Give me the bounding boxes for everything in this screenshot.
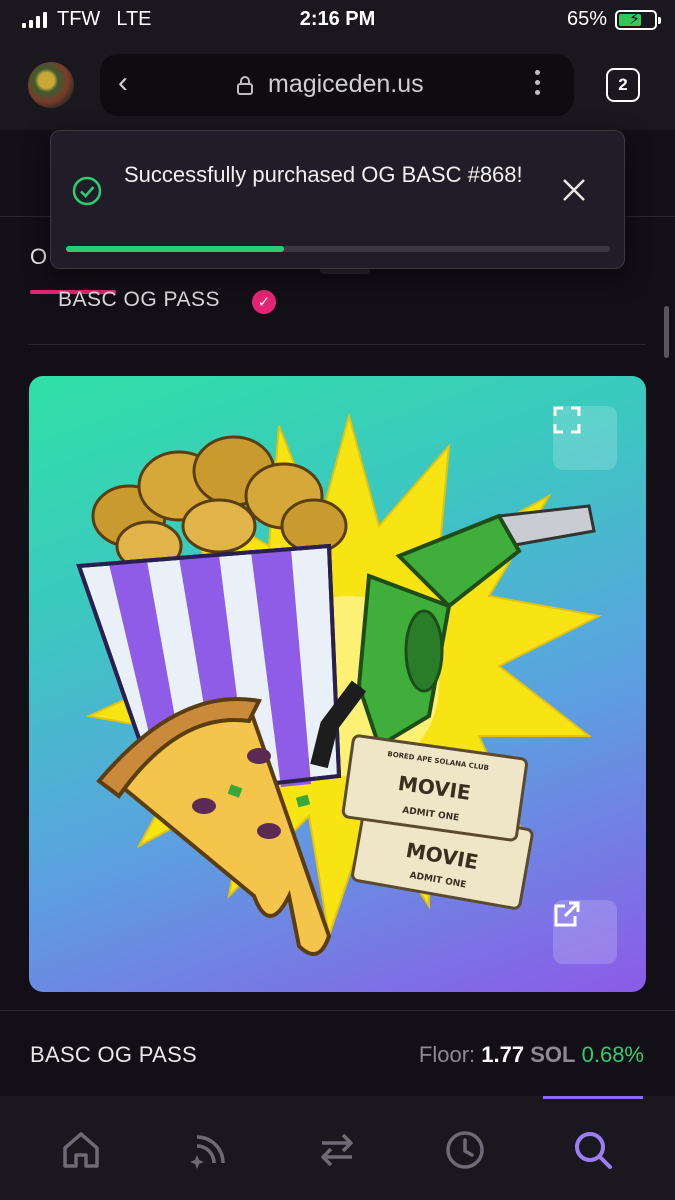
nav-search[interactable] [571, 1128, 615, 1172]
nav-feed[interactable] [188, 1128, 232, 1172]
clock-icon [446, 1131, 484, 1169]
search-icon [575, 1132, 612, 1169]
toast-message: Successfully purchased OG BASC #868! [124, 162, 523, 187]
floor-label: Floor: [418, 1042, 476, 1067]
floor-value: 1.77 [481, 1042, 525, 1067]
divider [0, 1010, 675, 1011]
external-link-icon [554, 901, 580, 927]
swap-icon [321, 1133, 353, 1167]
nav-swap[interactable] [315, 1128, 359, 1172]
fullscreen-button[interactable] [553, 406, 617, 470]
collection-name-footer[interactable]: BASC OG PASS [30, 1042, 197, 1068]
floor-currency: SOL [530, 1042, 576, 1067]
scrollbar[interactable] [664, 306, 669, 358]
address-bar[interactable]: ‹ magiceden.us [100, 54, 574, 116]
page-content: O BASC OG PASS ✓ MOVIE ADMIT ONE BORED A… [0, 130, 675, 1096]
toast-progress-track [66, 246, 610, 252]
success-check-icon [72, 176, 102, 206]
more-options-icon[interactable] [532, 70, 542, 95]
lock-icon [237, 76, 253, 95]
movie-tickets: MOVIE ADMIT ONE BORED APE SOLANA CLUB MO… [341, 734, 534, 910]
close-icon[interactable] [561, 177, 587, 203]
tab-overview[interactable]: O [30, 244, 47, 270]
toast-progress-fill [66, 246, 284, 252]
status-bar: TFW LTE 2:16 PM 65% ⚡ [0, 0, 675, 40]
divider [28, 344, 646, 345]
status-right: 65% ⚡ [566, 8, 661, 31]
nav-home[interactable] [59, 1128, 103, 1172]
profile-avatar[interactable] [28, 62, 74, 108]
success-toast: Successfully purchased OG BASC #868! [50, 130, 625, 269]
collection-title[interactable]: BASC OG PASS [58, 288, 220, 312]
nav-history[interactable] [443, 1128, 487, 1172]
active-nav-indicator [543, 1096, 643, 1099]
floor-price: Floor: 1.77 SOL 0.68% [419, 1042, 644, 1068]
battery-percent: 65% [566, 8, 607, 30]
nft-image[interactable]: MOVIE ADMIT ONE BORED APE SOLANA CLUB MO… [29, 376, 646, 992]
browser-toolbar: ‹ magiceden.us 2 [0, 40, 675, 130]
verified-badge-icon: ✓ [252, 290, 276, 314]
feed-icon [190, 1135, 225, 1169]
url-text: magiceden.us [268, 70, 424, 98]
bottom-navigation [0, 1096, 675, 1200]
expand-icon [553, 406, 581, 434]
back-chevron-icon[interactable]: ‹ [118, 68, 128, 98]
open-external-button[interactable] [553, 900, 617, 964]
tabs-button[interactable]: 2 [606, 68, 640, 102]
home-icon [63, 1132, 99, 1168]
floor-change: 0.68% [581, 1042, 644, 1067]
battery-icon: ⚡ [615, 9, 661, 30]
